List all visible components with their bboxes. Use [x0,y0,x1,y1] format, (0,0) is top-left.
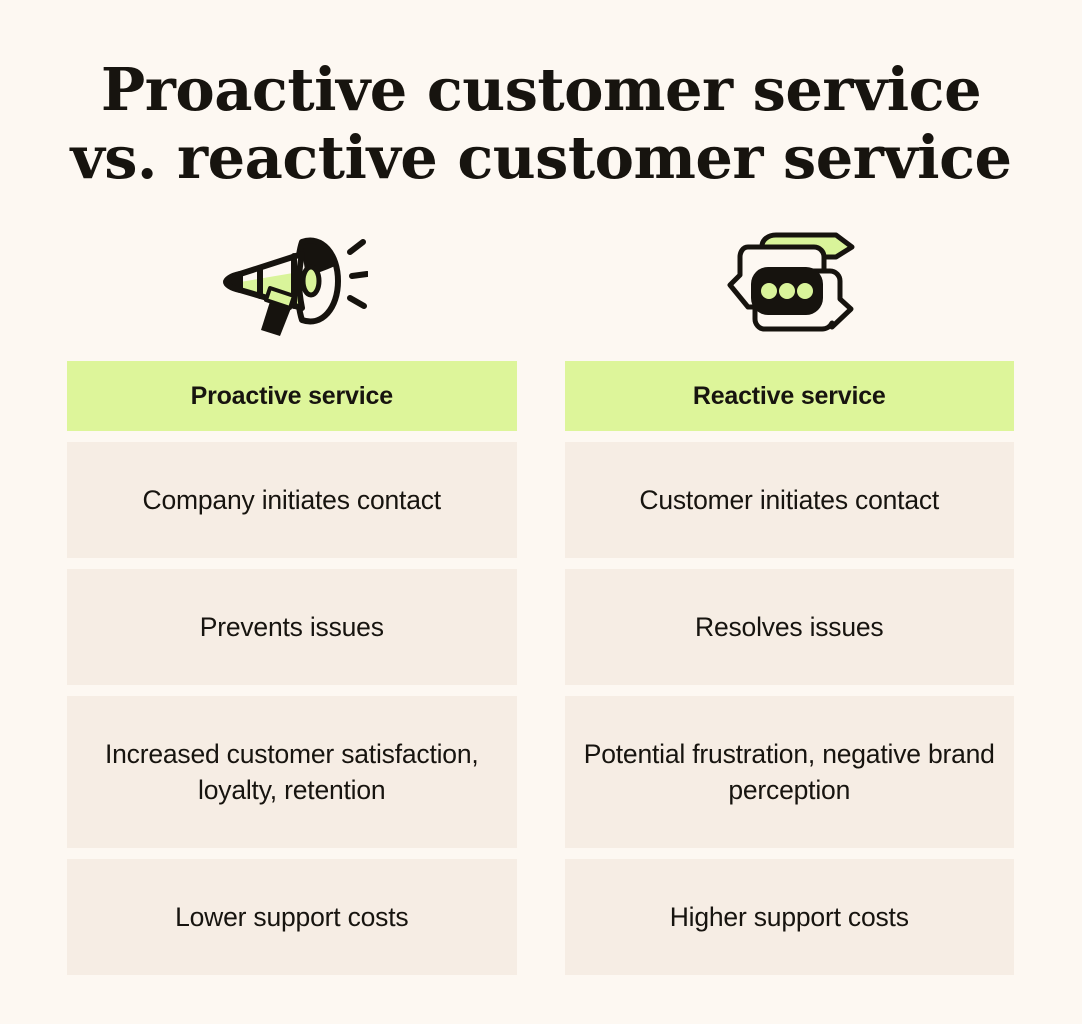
table-header-row: Proactive service Reactive service [67,361,1014,431]
cell-text: Potential frustration, negative brand pe… [583,739,995,805]
table-row: Increased customer satisfaction, loyalty… [67,696,1014,848]
megaphone-icon [216,226,370,341]
header-label-reactive: Reactive service [692,381,886,410]
cell-proactive-4: Lower support costs [67,859,517,975]
infographic-root: Proactive customer service vs. reactive … [0,0,1082,1024]
page-title: Proactive customer service vs. reactive … [0,56,1082,192]
icons-row [67,222,1014,344]
header-cell-reactive: Reactive service [564,361,1014,431]
chat-bubbles-icon-cell [565,222,1015,344]
cell-reactive-1: Customer initiates contact [564,442,1014,558]
megaphone-icon-cell [67,222,517,344]
cell-text: Company initiates contact [142,485,442,515]
cell-text: Customer initiates contact [639,485,940,515]
cell-text: Increased customer satisfaction, loyalty… [104,739,479,805]
cell-text: Resolves issues [695,612,884,642]
title-line-2: vs. reactive customer service [70,123,1012,192]
table-row: Company initiates contact Customer initi… [67,442,1014,558]
table-row: Lower support costs Higher support costs [67,859,1014,975]
cell-text: Higher support costs [669,902,909,932]
cell-reactive-3: Potential frustration, negative brand pe… [564,696,1014,848]
comparison-table: Proactive service Reactive service Compa… [67,361,1014,975]
cell-text: Lower support costs [175,902,409,932]
cell-reactive-4: Higher support costs [564,859,1014,975]
cell-proactive-2: Prevents issues [67,569,517,685]
header-cell-proactive: Proactive service [67,361,517,431]
title-line-1: Proactive customer service [100,55,982,124]
chat-bubbles-icon [718,227,860,340]
cell-proactive-3: Increased customer satisfaction, loyalty… [67,696,517,848]
table-row: Prevents issues Resolves issues [67,569,1014,685]
cell-proactive-1: Company initiates contact [67,442,517,558]
header-label-proactive: Proactive service [190,381,394,410]
cell-text: Prevents issues [199,612,384,642]
cell-reactive-2: Resolves issues [564,569,1014,685]
